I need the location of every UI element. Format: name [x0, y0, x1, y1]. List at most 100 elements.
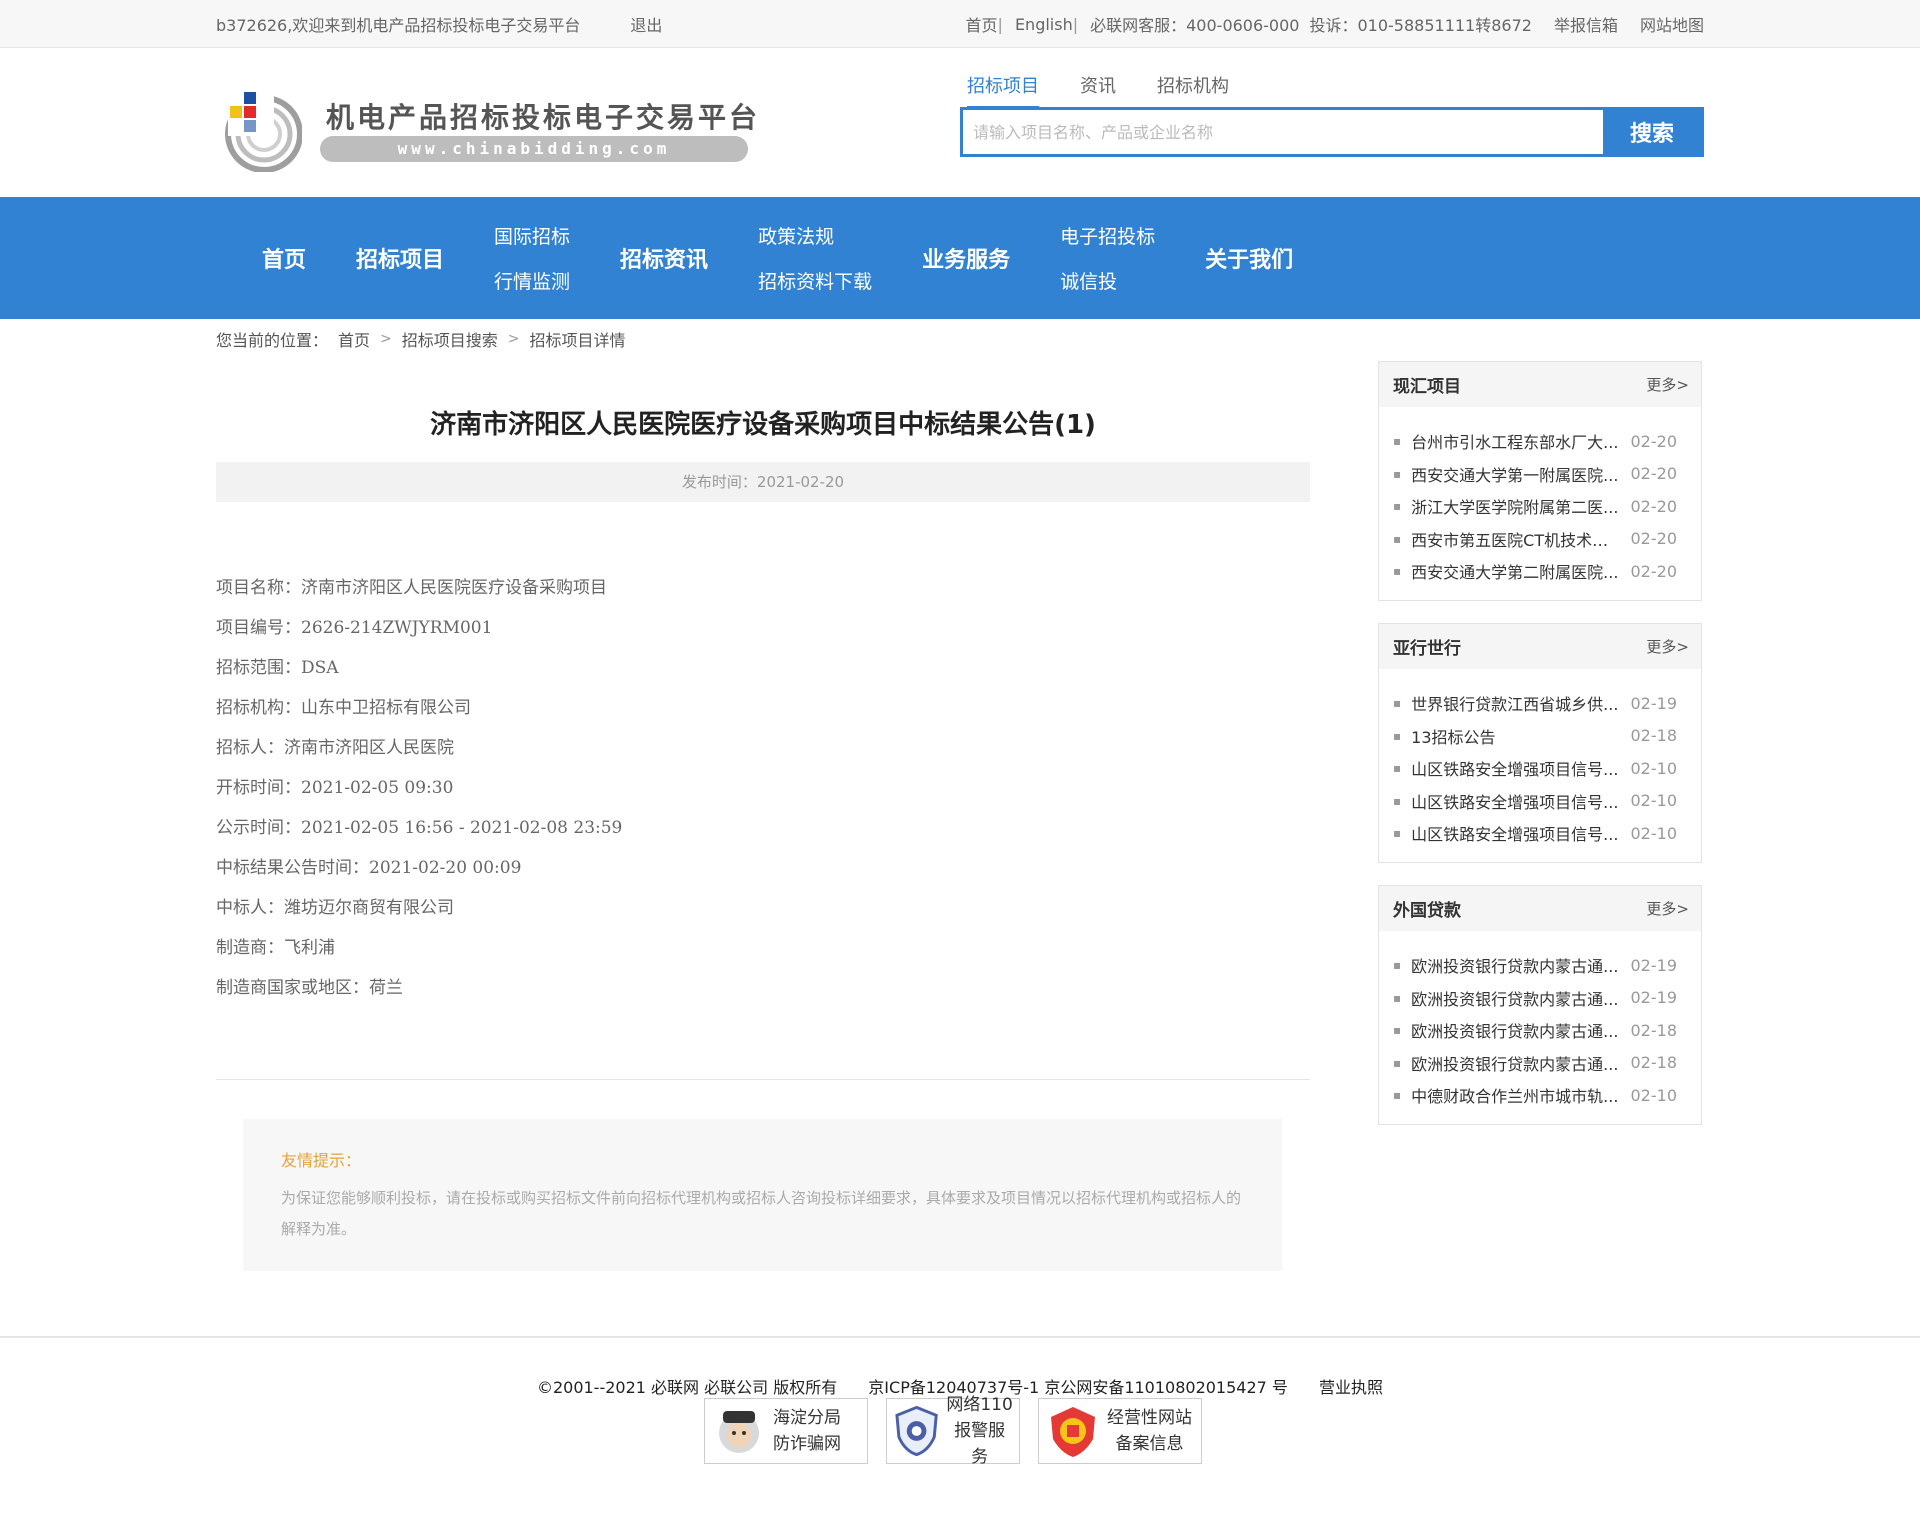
sidebar-box-title: 外国贷款 [1393, 901, 1461, 921]
divider [216, 1079, 1310, 1080]
nav-monitor[interactable]: 行情监测 [494, 267, 570, 294]
logo-mark-icon [225, 92, 302, 172]
nav-projects[interactable]: 招标项目 [356, 242, 444, 274]
bilian-link[interactable]: 必联网 [1090, 12, 1138, 36]
sidebar-box-adb-wb: 亚行世行 更多> ▪ 世界银行贷款江西省城乡供... 02-19 ▪ 13招标公告 02… [1378, 623, 1702, 863]
bullet-icon: ▪ [1393, 826, 1402, 841]
bullet-icon: ▪ [1393, 761, 1402, 776]
nav-download[interactable]: 招标资料下载 [758, 267, 872, 294]
top-bar: b372626,欢迎来到机电产品招标投标电子交易平台 退出 首页 | Engli… [0, 0, 1920, 48]
tips-title: 友情提示： [281, 1151, 362, 1170]
field-agency: 招标机构：山东中卫招标有限公司 [216, 698, 471, 718]
list-item[interactable]: ▪ 西安市第五医院CT机技术人... 02-20 [1379, 523, 1701, 556]
police-icon [719, 1411, 759, 1453]
nav-group-ebid: 电子招投标 诚信投 [1060, 222, 1155, 294]
nav-news[interactable]: 招标资讯 [620, 242, 708, 274]
more-link[interactable]: 更多> [1646, 898, 1689, 919]
footer: ©2001--2021 必联网 必联公司 版权所有 京ICP备12040737号… [0, 1336, 1920, 1534]
sidebar-list: ▪ 欧洲投资银行贷款内蒙古通... 02-19 ▪ 欧洲投资银行贷款内蒙古通... 02… [1379, 931, 1701, 1124]
sidebar-list: ▪ 世界银行贷款江西省城乡供... 02-19 ▪ 13招标公告 02-18 ▪ 山区铁路… [1379, 669, 1701, 862]
list-item[interactable]: ▪ 世界银行贷款江西省城乡供... 02-19 [1379, 687, 1701, 720]
site-logo[interactable]: 机电产品招标投标电子交易平台 www.chinabidding.com [222, 84, 757, 174]
nav-group-policy: 政策法规 招标资料下载 [758, 222, 872, 294]
search-box: 搜索 [960, 107, 1704, 157]
badge-business-record[interactable]: 经营性网站 备案信息 [1038, 1398, 1202, 1464]
bullet-icon: ▪ [1393, 466, 1402, 481]
nav-credit[interactable]: 诚信投 [1060, 267, 1155, 294]
breadcrumb-search[interactable]: 招标项目搜索 [402, 327, 498, 351]
article-title: 济南市济阳区人民医院医疗设备采购项目中标结果公告(1) [430, 410, 1096, 440]
breadcrumb-home[interactable]: 首页 [338, 327, 370, 351]
nav-about[interactable]: 关于我们 [1205, 242, 1293, 274]
bullet-icon: ▪ [1393, 564, 1402, 579]
badge-line1: 经营性网站 [1107, 1408, 1192, 1428]
search-tab-news[interactable]: 资讯 [1080, 72, 1116, 108]
list-item[interactable]: ▪ 欧洲投资银行贷款内蒙古通... 02-18 [1379, 1014, 1701, 1047]
badge-line1: 海淀分局 [773, 1408, 841, 1428]
sitemap-link[interactable]: 网站地图 [1640, 12, 1704, 36]
footer-badges: 海淀分局 防诈骗网 网络110 报警服务 经营性网站 备案信息 [704, 1395, 1202, 1467]
field-project-name: 项目名称：济南市济阳区人民医院医疗设备采购项目 [216, 578, 607, 598]
english-link[interactable]: English [1015, 15, 1073, 34]
nav-intl[interactable]: 国际招标 [494, 222, 570, 249]
field-manufacturer: 制造商：飞利浦 [216, 938, 335, 958]
service-phone: 客服：400-0606-000 [1138, 16, 1300, 35]
bullet-icon: ▪ [1393, 728, 1402, 743]
logout-link[interactable]: 退出 [630, 12, 662, 36]
article-fields: 项目名称：济南市济阳区人民医院医疗设备采购项目 项目编号：2626-214ZWJ… [216, 568, 622, 1008]
list-item[interactable]: ▪ 山区铁路安全增强项目信号... 02-10 [1379, 817, 1701, 850]
shield-icon [895, 1405, 938, 1457]
badge-net110[interactable]: 网络110 报警服务 [886, 1395, 1020, 1467]
list-item[interactable]: ▪ 浙江大学医学院附属第二医... 02-20 [1379, 490, 1701, 523]
bullet-icon: ▪ [1393, 1088, 1402, 1103]
list-item[interactable]: ▪ 山区铁路安全增强项目信号... 02-10 [1379, 752, 1701, 785]
more-link[interactable]: 更多> [1646, 636, 1689, 657]
search-input[interactable] [963, 110, 1603, 154]
sidebar-box-foreign-loan: 外国贷款 更多> ▪ 欧洲投资银行贷款内蒙古通... 02-19 ▪ 欧洲投资银行贷款… [1378, 885, 1702, 1125]
list-item[interactable]: ▪ 欧洲投资银行贷款内蒙古通... 02-18 [1379, 1047, 1701, 1080]
sidebar-box-cash: 现汇项目 更多> ▪ 台州市引水工程东部水厂大... 02-20 ▪ 西安交通大学第一… [1378, 361, 1702, 601]
field-winner: 中标人：潍坊迈尔商贸有限公司 [216, 898, 454, 918]
top-home-link[interactable]: 首页 [966, 12, 998, 36]
field-tenderer: 招标人：济南市济阳区人民医院 [216, 738, 454, 758]
list-item[interactable]: ▪ 山区铁路安全增强项目信号... 02-10 [1379, 785, 1701, 818]
bullet-icon: ▪ [1393, 793, 1402, 808]
nav-service[interactable]: 业务服务 [922, 242, 1010, 274]
tips-box: 友情提示： 为保证您能够顺利投标，请在投标或购买招标文件前向招标代理机构或招标人… [243, 1119, 1282, 1271]
main-content: 您当前的位置： 首页 > 招标项目搜索 > 招标项目详情 济南市济阳区人民医院医… [216, 319, 1704, 1335]
bullet-icon: ▪ [1393, 499, 1402, 514]
footer-copyright: ©2001--2021 必联网 必联公司 版权所有 [536, 1378, 838, 1397]
nav-ebid[interactable]: 电子招投标 [1060, 222, 1155, 249]
logo-url: www.chinabidding.com [320, 136, 748, 162]
chevron-right-icon: > [507, 331, 520, 347]
field-project-number: 项目编号：2626-214ZWJYRM001 [216, 618, 493, 638]
main-nav: 首页 招标项目 国际招标 行情监测 招标资讯 政策法规 招标资料下载 业务服务 … [0, 197, 1920, 319]
search-button[interactable]: 搜索 [1603, 110, 1701, 154]
field-country: 制造商国家或地区：荷兰 [216, 978, 403, 998]
nav-group-intl: 国际招标 行情监测 [494, 222, 570, 294]
breadcrumb-current: 招标项目详情 [529, 331, 626, 350]
bullet-icon: ▪ [1393, 958, 1402, 973]
badge-anti-fraud[interactable]: 海淀分局 防诈骗网 [704, 1398, 868, 1464]
list-item[interactable]: ▪ 台州市引水工程东部水厂大... 02-20 [1379, 425, 1701, 458]
nav-policy[interactable]: 政策法规 [758, 222, 872, 249]
list-item[interactable]: ▪ 13招标公告 02-18 [1379, 720, 1701, 753]
list-item[interactable]: ▪ 欧洲投资银行贷款内蒙古通... 02-19 [1379, 949, 1701, 982]
list-item[interactable]: ▪ 西安交通大学第一附属医院... 02-20 [1379, 458, 1701, 491]
nav-home[interactable]: 首页 [262, 242, 306, 274]
breadcrumb-label: 您当前的位置： [216, 331, 329, 350]
list-item[interactable]: ▪ 西安交通大学第二附属医院... 02-20 [1379, 555, 1701, 588]
list-item[interactable]: ▪ 欧洲投资银行贷款内蒙古通... 02-19 [1379, 982, 1701, 1015]
bullet-icon: ▪ [1393, 531, 1402, 546]
bullet-icon: ▪ [1393, 696, 1402, 711]
more-link[interactable]: 更多> [1646, 374, 1689, 395]
report-link[interactable]: 举报信箱 [1554, 12, 1618, 36]
search-tab-projects[interactable]: 招标项目 [967, 72, 1039, 108]
list-item[interactable]: ▪ 中德财政合作兰州市城市轨... 02-10 [1379, 1079, 1701, 1112]
chevron-right-icon: > [380, 331, 392, 347]
footer-icp[interactable]: 京ICP备12040737号-1 京公网安备11010802015427 号 [868, 1378, 1288, 1397]
bullet-icon: ▪ [1393, 1055, 1402, 1070]
search-tab-agencies[interactable]: 招标机构 [1157, 72, 1229, 108]
field-publicity-time: 公示时间：2021-02-05 16:56 - 2021-02-08 23:59 [216, 818, 623, 838]
footer-license[interactable]: 营业执照 [1319, 1378, 1383, 1397]
